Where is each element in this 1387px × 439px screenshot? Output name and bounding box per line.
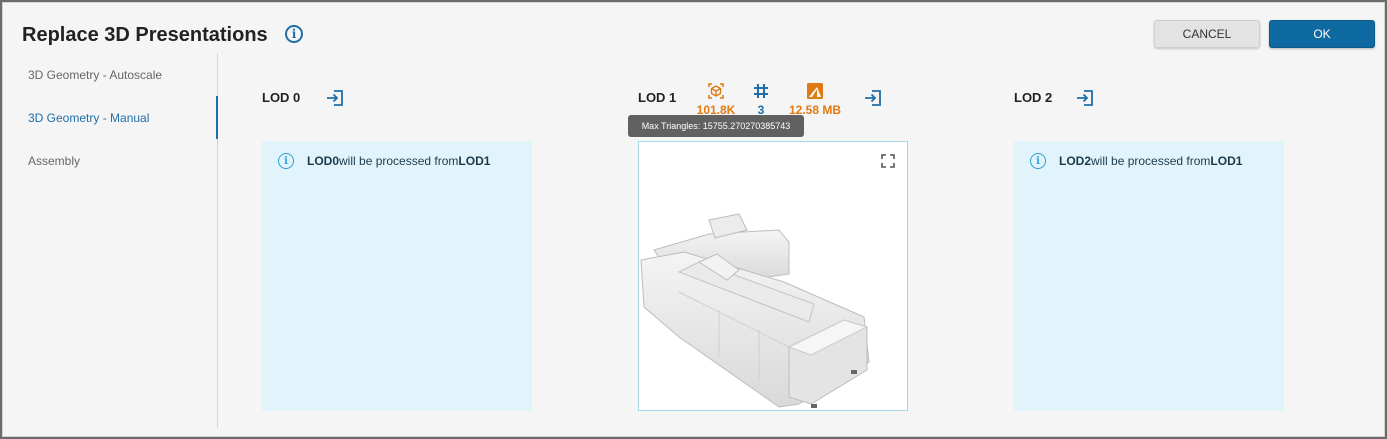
- import-lod1-icon[interactable]: [863, 88, 883, 108]
- max-triangles-tooltip: Max Triangles: 15755.270270385743: [628, 115, 804, 137]
- grid-icon: [754, 84, 768, 98]
- cancel-button[interactable]: CANCEL: [1154, 20, 1260, 48]
- sidebar-item-assembly[interactable]: Assembly: [3, 139, 218, 182]
- import-lod0-icon[interactable]: [325, 88, 345, 108]
- lod0-heading: LOD 0: [262, 90, 301, 105]
- ok-button[interactable]: OK: [1269, 20, 1375, 48]
- info-icon: i: [278, 153, 294, 169]
- triangles-stat: 101.8K: [695, 82, 737, 117]
- size-stat: 12.58 MB: [787, 82, 843, 117]
- replace-3d-dialog: Replace 3D Presentations i CANCEL OK 3D …: [2, 2, 1385, 437]
- info-icon: i: [1030, 153, 1046, 169]
- lod2-heading: LOD 2: [1014, 90, 1053, 105]
- sidebar-item-autoscale[interactable]: 3D Geometry - Autoscale: [3, 53, 218, 96]
- texture-image-icon: [807, 83, 823, 99]
- fullscreen-icon[interactable]: [881, 154, 895, 168]
- import-lod2-icon[interactable]: [1075, 88, 1095, 108]
- lod1-model-viewer[interactable]: [638, 141, 908, 411]
- sofa-model-render: [640, 213, 870, 408]
- lod0-panel: i LOD0 will be processed from LOD1: [262, 141, 532, 411]
- sidebar: 3D Geometry - Autoscale 3D Geometry - Ma…: [3, 53, 218, 428]
- lod2-panel: i LOD2 will be processed from LOD1: [1014, 141, 1284, 411]
- lod0-message: i LOD0 will be processed from LOD1: [278, 153, 490, 169]
- info-icon[interactable]: i: [285, 25, 303, 43]
- sidebar-item-manual[interactable]: 3D Geometry - Manual: [3, 96, 218, 139]
- lod1-heading: LOD 1: [638, 90, 677, 105]
- mesh-cube-icon: [708, 83, 724, 99]
- lod2-message: i LOD2 will be processed from LOD1: [1030, 153, 1242, 169]
- dialog-title: Replace 3D Presentations: [22, 24, 268, 46]
- materials-stat: 3: [751, 82, 771, 117]
